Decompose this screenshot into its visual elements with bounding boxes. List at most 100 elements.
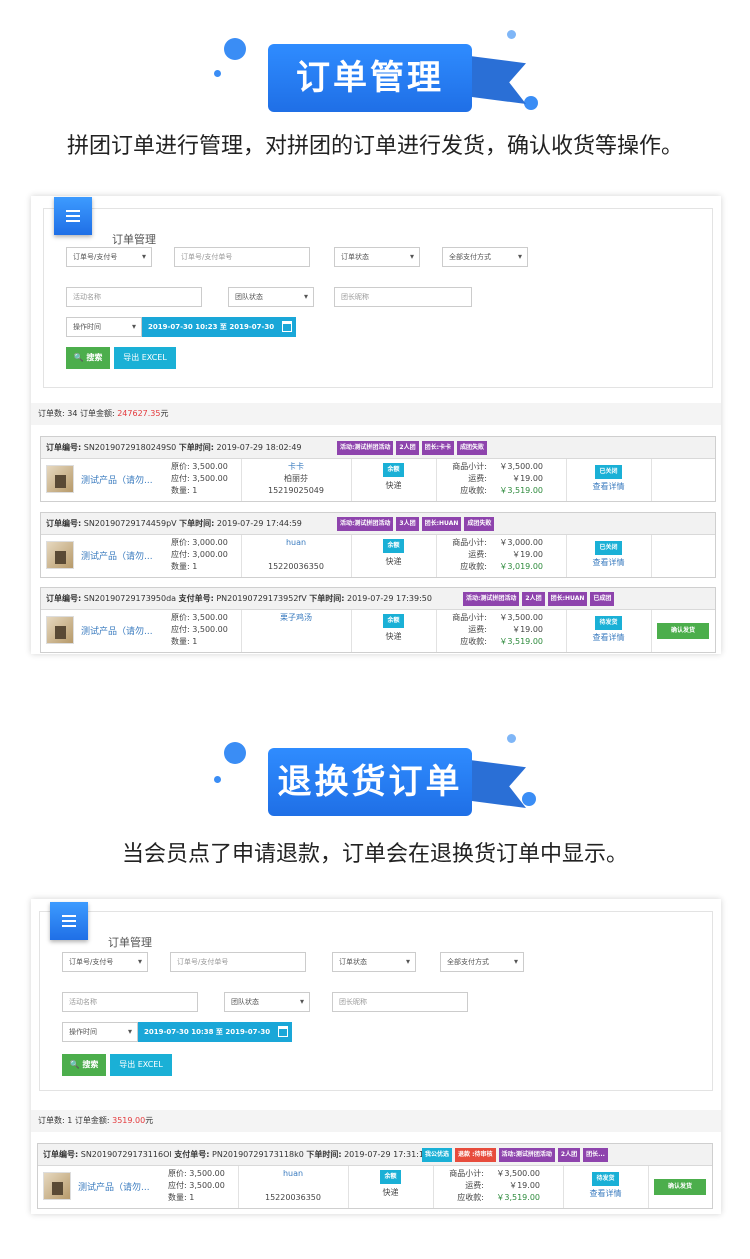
pay-method-select[interactable]: 全部支付方式 [440, 952, 524, 972]
ship-method: 快递 [385, 557, 402, 566]
order-tags: 活动:测试拼团活动 2人团 团长:卡卡 成团失败 [337, 441, 488, 455]
order-no-label: 订单编号: [46, 519, 82, 528]
product-thumbnail [46, 616, 74, 644]
summary-amount: 247627.35 [117, 409, 161, 418]
product-name[interactable]: 测试产品（请勿... [81, 473, 153, 486]
tag-leader: 团长:HUAN [547, 592, 588, 606]
subtotal-label: 商品小计: [452, 613, 487, 622]
date-range-button[interactable]: 2019-07-30 10:38 至 2019-07-30 10:38 [138, 1022, 292, 1056]
order-panel-2: 订单管理 订单号/支付号 订单号/支付单号 订单状态 全部支付方式 活动名称 团… [31, 899, 721, 1214]
team-status-select[interactable]: 团队状态 [224, 992, 310, 1012]
order-no-input[interactable]: 订单号/支付单号 [174, 247, 310, 267]
time-select[interactable]: 操作时间 [62, 1022, 138, 1042]
buyer-name[interactable]: 栗子鸡汤 [241, 612, 351, 624]
menu-icon[interactable] [50, 902, 88, 940]
search-label: 搜索 [86, 353, 103, 362]
pay-method-select[interactable]: 全部支付方式 [442, 247, 528, 267]
order-head: 订单编号: SN20190729174459pV 下单时间: 2019-07-2… [41, 513, 715, 535]
summary-prefix: 订单数: 1 订单金额: [38, 1116, 113, 1125]
confirm-ship-button[interactable]: 确认发货 [654, 1179, 706, 1195]
buyer-name[interactable]: huan [238, 1168, 348, 1180]
team-status-select[interactable]: 团队状态 [228, 287, 314, 307]
tag-shop: 我公优选 [422, 1148, 453, 1162]
detail-link[interactable]: 查看详情 [566, 557, 651, 568]
order-time: 2019-07-29 17:39:50 [344, 594, 432, 603]
order-no-select[interactable]: 订单号/支付号 [66, 247, 152, 267]
ribbon-tail [470, 760, 526, 808]
order-no: SN20190729173950da [81, 594, 179, 603]
leader-input[interactable]: 团长昵称 [332, 992, 468, 1012]
product-name[interactable]: 测试产品（请勿... [81, 624, 153, 637]
activity-input[interactable]: 活动名称 [62, 992, 198, 1012]
status-block: 待发货 查看详情 [563, 1172, 648, 1199]
summary-bar: 订单数: 34 订单金额: 247627.35元 [31, 403, 721, 425]
pay-block: 余额 快递 [351, 463, 436, 491]
buyer-name[interactable]: 卡卡 [241, 461, 351, 473]
decor-dot [507, 30, 516, 39]
price-block: 原价: 3,500.00 应付: 3,500.00 数量: 1 [171, 461, 228, 497]
pay-badge: 余额 [383, 463, 404, 477]
orig-price: 原价: 3,500.00 [171, 613, 228, 622]
section2-title: 退换货订单 [268, 748, 472, 816]
order-status-select[interactable]: 订单状态 [332, 952, 416, 972]
buyer-block: huan 15220036350 [238, 1168, 348, 1204]
tag-activity: 活动:测试拼团活动 [337, 517, 394, 531]
receivable: ￥3,519.00 [499, 486, 543, 495]
product-name[interactable]: 测试产品（请勿... [81, 549, 153, 562]
receivable-label: 应收款: [460, 562, 487, 571]
search-label: 搜索 [82, 1060, 99, 1069]
subtotal-label: 商品小计: [452, 462, 487, 471]
status-badge: 已关闭 [595, 541, 622, 555]
money-block: 商品小计: ￥3,500.00 运费: ￥19.00 应收款: ￥3,519.00 [438, 1168, 540, 1204]
calendar-icon [282, 321, 292, 332]
order-no-select[interactable]: 订单号/支付号 [62, 952, 148, 972]
box-title: 订单管理 [108, 936, 152, 949]
section2-banner: 退换货订单 [0, 704, 750, 816]
product-thumbnail [43, 1172, 71, 1200]
status-badge: 待发货 [592, 1172, 619, 1186]
confirm-ship-button[interactable]: 确认发货 [657, 623, 709, 639]
ship-method: 快递 [385, 481, 402, 490]
date-range-button[interactable]: 2019-07-30 10:23 至 2019-07-30 10:23 [142, 317, 296, 351]
export-excel-button[interactable]: 导出 EXCEL [114, 347, 176, 369]
receivable: ￥3,019.00 [499, 562, 543, 571]
subtotal: ￥3,500.00 [499, 613, 543, 622]
order-no: SN20190729180249S0 [81, 443, 179, 452]
detail-link[interactable]: 查看详情 [566, 481, 651, 492]
leader-input[interactable]: 团长昵称 [334, 287, 472, 307]
tag-refund: 退款 :待审核 [455, 1148, 496, 1162]
subtotal: ￥3,500.00 [496, 1169, 540, 1178]
export-excel-button[interactable]: 导出 EXCEL [110, 1054, 172, 1076]
product-name[interactable]: 测试产品（请勿... [78, 1180, 150, 1193]
tag-leader: 团长:HUAN [421, 517, 462, 531]
tag-group-size: 2人团 [557, 1148, 581, 1162]
money-block: 商品小计: ￥3,500.00 运费: ￥19.00 应收款: ￥3,519.00 [441, 612, 543, 648]
pay-no-label: 支付单号: [174, 1150, 210, 1159]
summary-suffix: 元 [160, 409, 169, 418]
subtotal: ￥3,500.00 [499, 462, 543, 471]
buyer-name[interactable]: huan [241, 537, 351, 549]
time-select[interactable]: 操作时间 [66, 317, 142, 337]
order-head: 订单编号: SN20190729180249S0 下单时间: 2019-07-2… [41, 437, 715, 459]
order-body: 测试产品（请勿... 原价: 3,500.00 应付: 3,500.00 数量: 1… [38, 1166, 712, 1208]
order-time: 2019-07-29 17:44:59 [214, 519, 302, 528]
section2-subtitle: 当会员点了申请退款，订单会在退换货订单中显示。 [121, 842, 628, 867]
due-price: 应付: 3,500.00 [171, 474, 228, 483]
detail-link[interactable]: 查看详情 [563, 1188, 648, 1199]
detail-link[interactable]: 查看详情 [566, 632, 651, 643]
search-button[interactable]: 🔍 搜索 [62, 1054, 106, 1076]
tag-group-size: 3人团 [396, 517, 419, 531]
quantity: 数量: 1 [171, 562, 198, 571]
due-price: 应付: 3,500.00 [171, 625, 228, 634]
tag-activity: 活动:测试拼团活动 [498, 1148, 555, 1162]
activity-input[interactable]: 活动名称 [66, 287, 202, 307]
order-no-input[interactable]: 订单号/支付单号 [170, 952, 306, 972]
ship-method: 快递 [382, 1188, 399, 1197]
summary-suffix: 元 [145, 1116, 154, 1125]
menu-icon[interactable] [54, 197, 92, 235]
status-block: 已关闭 查看详情 [566, 465, 651, 492]
price-block: 原价: 3,500.00 应付: 3,500.00 数量: 1 [168, 1168, 225, 1204]
search-button[interactable]: 🔍 搜索 [66, 347, 110, 369]
pay-block: 余额 快递 [351, 614, 436, 642]
order-status-select[interactable]: 订单状态 [334, 247, 420, 267]
